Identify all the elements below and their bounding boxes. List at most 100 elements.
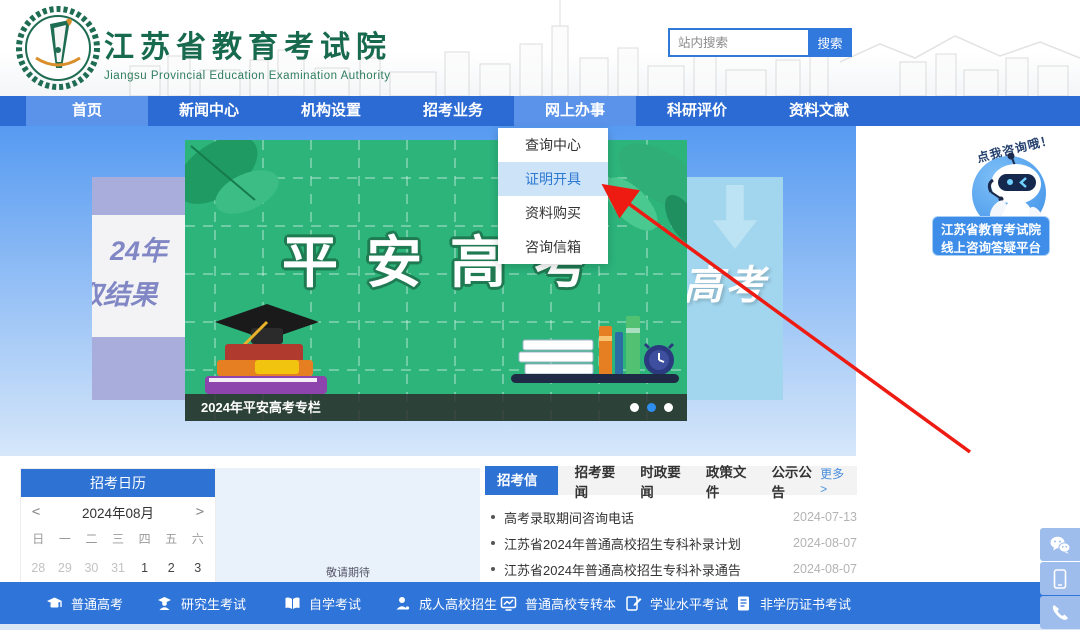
site-subtitle: Jiangsu Provincial Education Examination…	[104, 70, 392, 82]
online-services-dropdown: 查询中心 证明开具 资料购买 咨询信箱	[498, 128, 608, 264]
calendar-date[interactable]: 30	[78, 557, 105, 579]
weekday-wed: 三	[105, 527, 132, 551]
robot-button-line1: 江苏省教育考试院	[933, 221, 1049, 239]
mobile-phone-icon	[1053, 569, 1067, 589]
exam-calendar: 招考日历 < 2024年08月 > 日 一 二 三 四 五 六 28 29 30…	[20, 468, 216, 586]
phone-button[interactable]	[1040, 596, 1080, 629]
bottomnav-certificate[interactable]: 非学历证书考试	[735, 582, 851, 624]
more-link[interactable]: 更多 >	[820, 465, 851, 496]
news-item[interactable]: 江苏省2024年普通高校招生专科补录计划 2024-08-07	[485, 530, 857, 556]
calendar-date[interactable]: 31	[105, 557, 132, 579]
nav-item-documents[interactable]: 资料文献	[758, 96, 880, 126]
main-nav: 首页 新闻中心 机构设置 招考业务 网上办事 科研评价 资料文献	[0, 96, 1080, 126]
bottomnav-transfer[interactable]: 普通高校专转本	[500, 582, 616, 624]
calendar-next-icon[interactable]: >	[185, 504, 215, 520]
tab-announcements[interactable]: 公示公告	[771, 461, 820, 501]
search-input[interactable]	[668, 28, 808, 57]
news-panel: 招考信息 招考要闻 时政要闻 政策文件 公示公告 更多 > 高考录取期间咨询电话…	[485, 466, 857, 582]
download-arrow-shape	[713, 185, 757, 249]
nav-item-research[interactable]: 科研评价	[636, 96, 758, 126]
calendar-date-row: 28 29 30 31 1 2 3	[21, 557, 215, 585]
bottomnav-label: 非学历证书考试	[760, 594, 851, 613]
dropdown-item-query-center[interactable]: 查询中心	[498, 128, 608, 162]
calendar-date[interactable]: 2	[158, 557, 185, 579]
weekday-sat: 六	[184, 527, 211, 551]
carousel-prev-slide: 24年 取结果	[92, 177, 185, 400]
books-graduation-illustration	[195, 288, 345, 398]
tab-exam-news[interactable]: 招考要闻	[575, 461, 624, 501]
news-item-title: 江苏省2024年普通高校招生专科补录通告	[504, 560, 741, 579]
calendar-weekday-row: 日 一 二 三 四 五 六	[21, 527, 215, 557]
weekday-sun: 日	[25, 527, 52, 551]
open-book-icon	[284, 595, 301, 612]
document-icon	[735, 595, 752, 612]
tab-policy-files[interactable]: 政策文件	[706, 461, 755, 501]
carousel-dot-3[interactable]	[664, 403, 673, 412]
carousel-dot-2[interactable]	[647, 403, 656, 412]
news-item[interactable]: 高考录取期间咨询电话 2024-07-13	[485, 504, 857, 530]
bullet-icon	[491, 567, 495, 571]
news-item-title: 高考录取期间咨询电话	[504, 508, 634, 527]
next-slide-text: 高考	[687, 253, 767, 311]
mobile-button[interactable]	[1040, 562, 1080, 595]
calendar-date[interactable]: 29	[52, 557, 79, 579]
floating-contact-bar	[1040, 528, 1080, 630]
bookshelf-clock-illustration	[503, 308, 683, 403]
dropdown-item-material-purchase[interactable]: 资料购买	[498, 196, 608, 230]
dropdown-item-consult-mailbox[interactable]: 咨询信箱	[498, 230, 608, 264]
news-item[interactable]: 江苏省2024年普通高校招生专科补录通告 2024-08-07	[485, 556, 857, 582]
carousel-dot-1[interactable]	[630, 403, 639, 412]
chart-monitor-icon	[500, 595, 517, 612]
bottomnav-gaokao[interactable]: 普通高考	[46, 582, 123, 624]
carousel-main-slide[interactable]: 平安高考	[185, 140, 687, 421]
news-list: 高考录取期间咨询电话 2024-07-13 江苏省2024年普通高校招生专科补录…	[485, 504, 857, 582]
bottomnav-adult-admission[interactable]: 成人高校招生	[394, 582, 497, 624]
dropdown-item-certificate-issuance[interactable]: 证明开具	[498, 162, 608, 196]
robot-button-line2: 线上咨询答疑平台	[933, 239, 1049, 257]
bottom-quicklinks-bar: 普通高考 研究生考试 自学考试 成人高校招生 普通高校专转本 学业水平考试 非学…	[0, 582, 1080, 624]
tab-politics-news[interactable]: 时政要闻	[640, 461, 689, 501]
calendar-month-label: 2024年08月	[51, 502, 185, 522]
news-item-date: 2024-08-07	[793, 562, 857, 576]
coming-soon-panel: 敬请期待	[216, 468, 480, 582]
nav-item-home[interactable]: 首页	[26, 96, 148, 126]
calendar-title: 招考日历	[21, 469, 215, 497]
tab-exam-info[interactable]: 招考信息	[485, 466, 558, 495]
coming-soon-text: 敬请期待	[216, 564, 480, 580]
wechat-icon	[1049, 535, 1071, 555]
bottomnav-label: 自学考试	[309, 594, 361, 613]
news-tabbar: 招考信息 招考要闻 时政要闻 政策文件 公示公告 更多 >	[485, 466, 857, 495]
graduate-person-icon	[156, 595, 173, 612]
bottom-strip	[0, 624, 1080, 630]
robot-consult-button[interactable]: 江苏省教育考试院 线上咨询答疑平台	[932, 216, 1050, 256]
calendar-prev-icon[interactable]: <	[21, 504, 51, 520]
weekday-tue: 二	[78, 527, 105, 551]
page: 江苏省教育考试院 Jiangsu Provincial Education Ex…	[0, 0, 1080, 630]
nav-item-news-center[interactable]: 新闻中心	[148, 96, 270, 126]
site-search: 搜索	[668, 28, 852, 57]
weekday-thu: 四	[131, 527, 158, 551]
bullet-icon	[491, 541, 495, 545]
wechat-button[interactable]	[1040, 528, 1080, 561]
prev-slide-stamp: 24年 取结果	[92, 215, 185, 337]
bottomnav-academic-level[interactable]: 学业水平考试	[625, 582, 728, 624]
nav-item-online-services[interactable]: 网上办事	[514, 96, 636, 126]
site-title-block: 江苏省教育考试院 Jiangsu Provincial Education Ex…	[104, 22, 392, 82]
site-header: 江苏省教育考试院 Jiangsu Provincial Education Ex…	[0, 0, 1080, 96]
bottomnav-label: 普通高考	[71, 594, 123, 613]
carousel-dots	[630, 403, 673, 412]
bottomnav-label: 研究生考试	[181, 594, 246, 613]
nav-item-exam-business[interactable]: 招考业务	[392, 96, 514, 126]
bottomnav-label: 学业水平考试	[650, 594, 728, 613]
news-item-date: 2024-07-13	[793, 510, 857, 524]
nav-item-organization[interactable]: 机构设置	[270, 96, 392, 126]
slide-title: 平安高考	[185, 218, 687, 299]
calendar-date[interactable]: 1	[131, 557, 158, 579]
search-button[interactable]: 搜索	[808, 28, 852, 57]
carousel-caption: 2024年平安高考专栏	[201, 394, 321, 421]
bottomnav-postgraduate[interactable]: 研究生考试	[156, 582, 246, 624]
bottomnav-self-study[interactable]: 自学考试	[284, 582, 361, 624]
calendar-date[interactable]: 28	[25, 557, 52, 579]
site-title: 江苏省教育考试院	[104, 22, 392, 66]
calendar-date[interactable]: 3	[184, 557, 211, 579]
